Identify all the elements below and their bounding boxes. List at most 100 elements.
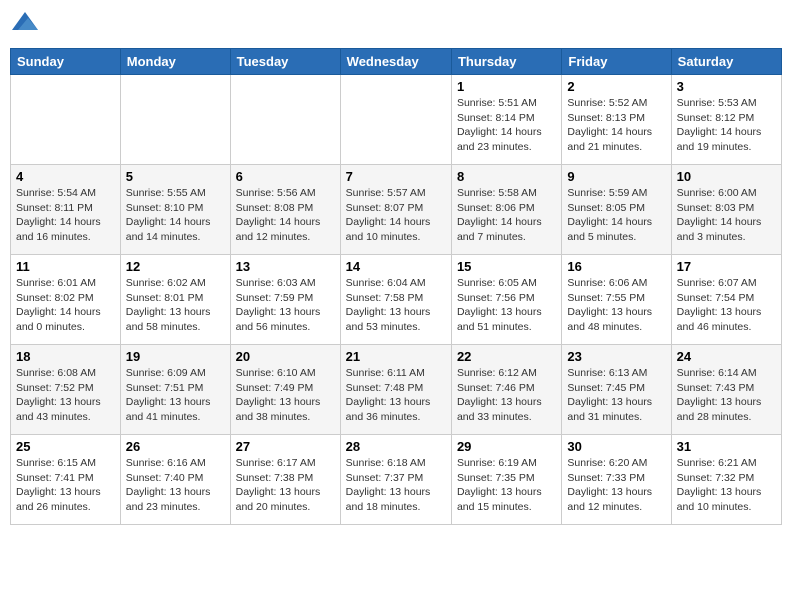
day-number: 22 — [457, 349, 556, 364]
day-info: Sunrise: 6:08 AM Sunset: 7:52 PM Dayligh… — [16, 366, 115, 425]
day-number: 18 — [16, 349, 115, 364]
day-info: Sunrise: 5:57 AM Sunset: 8:07 PM Dayligh… — [346, 186, 446, 245]
day-number: 19 — [126, 349, 225, 364]
calendar-cell: 1 Sunrise: 5:51 AM Sunset: 8:14 PM Daylig… — [451, 75, 561, 165]
day-number: 4 — [16, 169, 115, 184]
calendar-cell — [120, 75, 230, 165]
day-info: Sunrise: 6:02 AM Sunset: 8:01 PM Dayligh… — [126, 276, 225, 335]
weekday-header-row: SundayMondayTuesdayWednesdayThursdayFrid… — [11, 49, 782, 75]
weekday-header-wednesday: Wednesday — [340, 49, 451, 75]
day-number: 14 — [346, 259, 446, 274]
day-number: 23 — [567, 349, 665, 364]
day-number: 25 — [16, 439, 115, 454]
day-number: 7 — [346, 169, 446, 184]
day-number: 17 — [677, 259, 776, 274]
day-info: Sunrise: 5:51 AM Sunset: 8:14 PM Dayligh… — [457, 96, 556, 155]
calendar-table: SundayMondayTuesdayWednesdayThursdayFrid… — [10, 48, 782, 525]
day-number: 5 — [126, 169, 225, 184]
day-number: 28 — [346, 439, 446, 454]
weekday-header-friday: Friday — [562, 49, 671, 75]
day-number: 12 — [126, 259, 225, 274]
day-info: Sunrise: 6:09 AM Sunset: 7:51 PM Dayligh… — [126, 366, 225, 425]
day-info: Sunrise: 6:10 AM Sunset: 7:49 PM Dayligh… — [236, 366, 335, 425]
calendar-cell: 16 Sunrise: 6:06 AM Sunset: 7:55 PM Dayli… — [562, 255, 671, 345]
logo-icon — [10, 10, 40, 40]
calendar-cell: 14 Sunrise: 6:04 AM Sunset: 7:58 PM Dayli… — [340, 255, 451, 345]
calendar-cell: 23 Sunrise: 6:13 AM Sunset: 7:45 PM Dayli… — [562, 345, 671, 435]
day-number: 3 — [677, 79, 776, 94]
calendar-cell — [340, 75, 451, 165]
calendar-cell: 29 Sunrise: 6:19 AM Sunset: 7:35 PM Dayli… — [451, 435, 561, 525]
calendar-cell: 21 Sunrise: 6:11 AM Sunset: 7:48 PM Dayli… — [340, 345, 451, 435]
calendar-cell: 17Sunrise: 6:07 AM Sunset: 7:54 PM Dayli… — [671, 255, 781, 345]
day-number: 6 — [236, 169, 335, 184]
week-row-1: 1 Sunrise: 5:51 AM Sunset: 8:14 PM Daylig… — [11, 75, 782, 165]
calendar-cell: 26 Sunrise: 6:16 AM Sunset: 7:40 PM Dayli… — [120, 435, 230, 525]
calendar-cell: 6 Sunrise: 5:56 AM Sunset: 8:08 PM Daylig… — [230, 165, 340, 255]
calendar-cell: 22 Sunrise: 6:12 AM Sunset: 7:46 PM Dayli… — [451, 345, 561, 435]
calendar-cell: 9Sunrise: 5:59 AM Sunset: 8:05 PM Daylig… — [562, 165, 671, 255]
day-info: Sunrise: 5:59 AM Sunset: 8:05 PM Dayligh… — [567, 186, 665, 245]
day-info: Sunrise: 6:06 AM Sunset: 7:55 PM Dayligh… — [567, 276, 665, 335]
day-number: 27 — [236, 439, 335, 454]
day-info: Sunrise: 6:14 AM Sunset: 7:43 PM Dayligh… — [677, 366, 776, 425]
day-number: 11 — [16, 259, 115, 274]
calendar-cell: 5 Sunrise: 5:55 AM Sunset: 8:10 PM Daylig… — [120, 165, 230, 255]
day-info: Sunrise: 6:13 AM Sunset: 7:45 PM Dayligh… — [567, 366, 665, 425]
calendar-cell: 30 Sunrise: 6:20 AM Sunset: 7:33 PM Dayli… — [562, 435, 671, 525]
day-number: 21 — [346, 349, 446, 364]
day-info: Sunrise: 5:55 AM Sunset: 8:10 PM Dayligh… — [126, 186, 225, 245]
calendar-cell: 28Sunrise: 6:18 AM Sunset: 7:37 PM Dayli… — [340, 435, 451, 525]
calendar-cell: 3 Sunrise: 5:53 AM Sunset: 8:12 PM Daylig… — [671, 75, 781, 165]
day-info: Sunrise: 6:11 AM Sunset: 7:48 PM Dayligh… — [346, 366, 446, 425]
weekday-header-sunday: Sunday — [11, 49, 121, 75]
calendar-cell — [11, 75, 121, 165]
day-info: Sunrise: 5:56 AM Sunset: 8:08 PM Dayligh… — [236, 186, 335, 245]
day-info: Sunrise: 6:20 AM Sunset: 7:33 PM Dayligh… — [567, 456, 665, 515]
calendar-cell: 12 Sunrise: 6:02 AM Sunset: 8:01 PM Dayli… — [120, 255, 230, 345]
calendar-cell: 20 Sunrise: 6:10 AM Sunset: 7:49 PM Dayli… — [230, 345, 340, 435]
week-row-3: 11 Sunrise: 6:01 AM Sunset: 8:02 PM Dayli… — [11, 255, 782, 345]
day-number: 26 — [126, 439, 225, 454]
day-info: Sunrise: 6:01 AM Sunset: 8:02 PM Dayligh… — [16, 276, 115, 335]
calendar-cell: 18 Sunrise: 6:08 AM Sunset: 7:52 PM Dayli… — [11, 345, 121, 435]
week-row-5: 25Sunrise: 6:15 AM Sunset: 7:41 PM Dayli… — [11, 435, 782, 525]
day-number: 16 — [567, 259, 665, 274]
weekday-header-thursday: Thursday — [451, 49, 561, 75]
day-info: Sunrise: 5:53 AM Sunset: 8:12 PM Dayligh… — [677, 96, 776, 155]
calendar-cell — [230, 75, 340, 165]
weekday-header-monday: Monday — [120, 49, 230, 75]
week-row-4: 18 Sunrise: 6:08 AM Sunset: 7:52 PM Dayli… — [11, 345, 782, 435]
day-number: 13 — [236, 259, 335, 274]
calendar-cell: 24Sunrise: 6:14 AM Sunset: 7:43 PM Dayli… — [671, 345, 781, 435]
calendar-cell: 27 Sunrise: 6:17 AM Sunset: 7:38 PM Dayli… — [230, 435, 340, 525]
weekday-header-tuesday: Tuesday — [230, 49, 340, 75]
day-info: Sunrise: 6:00 AM Sunset: 8:03 PM Dayligh… — [677, 186, 776, 245]
week-row-2: 4 Sunrise: 5:54 AM Sunset: 8:11 PM Daylig… — [11, 165, 782, 255]
day-number: 20 — [236, 349, 335, 364]
day-info: Sunrise: 5:54 AM Sunset: 8:11 PM Dayligh… — [16, 186, 115, 245]
day-number: 31 — [677, 439, 776, 454]
calendar-cell: 19 Sunrise: 6:09 AM Sunset: 7:51 PM Dayli… — [120, 345, 230, 435]
day-number: 15 — [457, 259, 556, 274]
calendar-cell: 25Sunrise: 6:15 AM Sunset: 7:41 PM Dayli… — [11, 435, 121, 525]
day-info: Sunrise: 6:17 AM Sunset: 7:38 PM Dayligh… — [236, 456, 335, 515]
day-info: Sunrise: 6:19 AM Sunset: 7:35 PM Dayligh… — [457, 456, 556, 515]
day-info: Sunrise: 6:12 AM Sunset: 7:46 PM Dayligh… — [457, 366, 556, 425]
day-number: 10 — [677, 169, 776, 184]
day-number: 2 — [567, 79, 665, 94]
header-area — [10, 10, 782, 40]
calendar-cell: 7 Sunrise: 5:57 AM Sunset: 8:07 PM Daylig… — [340, 165, 451, 255]
day-number: 1 — [457, 79, 556, 94]
day-info: Sunrise: 5:58 AM Sunset: 8:06 PM Dayligh… — [457, 186, 556, 245]
day-number: 29 — [457, 439, 556, 454]
day-info: Sunrise: 6:21 AM Sunset: 7:32 PM Dayligh… — [677, 456, 776, 515]
day-info: Sunrise: 6:03 AM Sunset: 7:59 PM Dayligh… — [236, 276, 335, 335]
calendar-cell: 10 Sunrise: 6:00 AM Sunset: 8:03 PM Dayli… — [671, 165, 781, 255]
calendar-cell: 15Sunrise: 6:05 AM Sunset: 7:56 PM Dayli… — [451, 255, 561, 345]
day-info: Sunrise: 6:16 AM Sunset: 7:40 PM Dayligh… — [126, 456, 225, 515]
day-info: Sunrise: 6:04 AM Sunset: 7:58 PM Dayligh… — [346, 276, 446, 335]
calendar-cell: 13 Sunrise: 6:03 AM Sunset: 7:59 PM Dayli… — [230, 255, 340, 345]
day-number: 8 — [457, 169, 556, 184]
day-number: 30 — [567, 439, 665, 454]
